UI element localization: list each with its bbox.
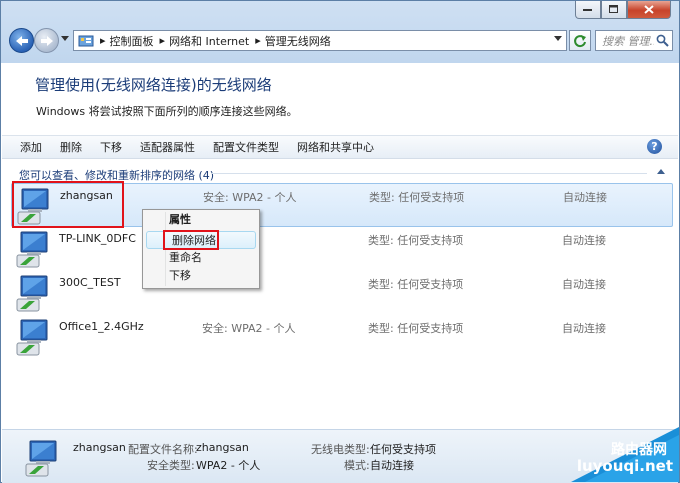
network-name: TP-LINK_0DFC	[59, 232, 136, 245]
security-type-value: WPA2 - 个人	[196, 459, 261, 472]
collapse-icon[interactable]	[657, 169, 665, 175]
help-icon[interactable]: ?	[647, 139, 662, 154]
network-mode: 自动连接	[562, 278, 606, 291]
address-dropdown-icon[interactable]	[554, 36, 562, 41]
menu-item-move-down[interactable]: 下移	[169, 267, 191, 285]
refresh-icon	[574, 34, 586, 47]
watermark: 路由器网 luyouqi.net	[571, 427, 679, 482]
maximize-button[interactable]	[601, 1, 627, 19]
search-input[interactable]: 搜索 管理...	[602, 33, 654, 49]
profile-types-button[interactable]: 配置文件类型	[213, 139, 279, 155]
wireless-network-icon	[16, 275, 48, 312]
page-title: 管理使用(无线网络连接)的无线网络	[35, 76, 272, 94]
address-bar[interactable]: ▸ 控制面板 ▸ 网络和 Internet ▸ 管理无线网络	[73, 30, 567, 51]
watermark-line1: 路由器网	[611, 442, 667, 458]
network-row[interactable]: 300C_TEST 类型: 任何受支持项 自动连接	[11, 271, 673, 315]
network-type: 类型: 任何受支持项	[368, 322, 464, 335]
radio-type-label: 无线电类型:	[311, 443, 370, 456]
breadcrumb-network-internet[interactable]: 网络和 Internet	[169, 33, 249, 49]
network-mode: 自动连接	[563, 191, 607, 204]
breadcrumb-separator-icon: ▸	[255, 34, 261, 47]
profile-name-value: zhangsan	[196, 441, 249, 454]
breadcrumb-control-panel[interactable]: 控制面板	[110, 33, 154, 49]
menu-item-rename[interactable]: 重命名	[169, 249, 202, 267]
watermark-line2: luyouqi.net	[576, 457, 673, 475]
network-type: 类型: 任何受支持项	[369, 191, 465, 204]
network-sharing-center-button[interactable]: 网络和共享中心	[297, 139, 374, 155]
move-down-button[interactable]: 下移	[100, 139, 122, 155]
navigation-bar: ▸ 控制面板 ▸ 网络和 Internet ▸ 管理无线网络 搜索 管理...	[9, 28, 673, 54]
back-arrow-icon	[15, 35, 28, 46]
close-icon	[644, 5, 654, 14]
highlight-box	[12, 181, 124, 228]
forward-arrow-icon	[40, 35, 53, 46]
control-panel-icon	[78, 35, 94, 46]
network-type: 类型: 任何受支持项	[368, 278, 464, 291]
close-button[interactable]	[627, 1, 671, 19]
search-box[interactable]: 搜索 管理...	[595, 30, 673, 51]
adapter-properties-button[interactable]: 适配器属性	[140, 139, 195, 155]
minimize-icon	[583, 8, 592, 11]
wireless-network-icon	[16, 319, 48, 356]
back-button[interactable]	[9, 28, 34, 53]
network-mode: 自动连接	[562, 322, 606, 335]
network-row[interactable]: Office1_2.4GHz 安全: WPA2 - 个人 类型: 任何受支持项 …	[11, 315, 673, 359]
wireless-network-icon	[25, 440, 57, 477]
remove-button[interactable]: 删除	[60, 139, 82, 155]
refresh-button[interactable]	[569, 30, 591, 51]
breadcrumb-separator-icon: ▸	[100, 34, 106, 47]
minimize-button[interactable]	[575, 1, 601, 19]
forward-button[interactable]	[34, 28, 59, 53]
security-type-label: 安全类型:	[147, 459, 195, 472]
breadcrumb-manage-wireless[interactable]: 管理无线网络	[265, 33, 331, 49]
group-divider	[211, 173, 647, 174]
history-dropdown-icon[interactable]	[61, 36, 69, 41]
add-button[interactable]: 添加	[20, 139, 42, 155]
breadcrumb: ▸ 控制面板 ▸ 网络和 Internet ▸ 管理无线网络	[78, 33, 337, 49]
page-subtitle: Windows 将尝试按照下面所列的顺序连接这些网络。	[36, 105, 298, 118]
network-security: 安全: WPA2 - 个人	[203, 191, 297, 204]
network-type: 类型: 任何受支持项	[368, 234, 464, 247]
profile-name-label: 配置文件名称:	[128, 443, 198, 456]
maximize-icon	[609, 5, 618, 13]
window: ▸ 控制面板 ▸ 网络和 Internet ▸ 管理无线网络 搜索 管理... …	[0, 0, 680, 483]
details-name: zhangsan	[73, 441, 126, 454]
network-security: 安全: WPA2 - 个人	[202, 322, 296, 335]
breadcrumb-separator-icon: ▸	[159, 34, 166, 47]
menu-item-properties[interactable]: 属性	[169, 211, 191, 229]
network-name: 300C_TEST	[59, 276, 121, 289]
mode-value: 自动连接	[370, 459, 414, 472]
toolbar: 添加 删除 下移 适配器属性 配置文件类型 网络和共享中心 ?	[2, 135, 678, 159]
radio-type-value: 任何受支持项	[370, 443, 436, 456]
caption-buttons	[575, 1, 671, 19]
network-row[interactable]: TP-LINK_0DFC 类型: 任何受支持项 自动连接	[11, 227, 673, 271]
network-mode: 自动连接	[562, 234, 606, 247]
network-name: Office1_2.4GHz	[59, 320, 144, 333]
highlight-box	[163, 230, 219, 250]
wireless-network-icon	[16, 231, 48, 268]
mode-label: 模式:	[344, 459, 370, 472]
search-icon[interactable]	[656, 34, 669, 47]
